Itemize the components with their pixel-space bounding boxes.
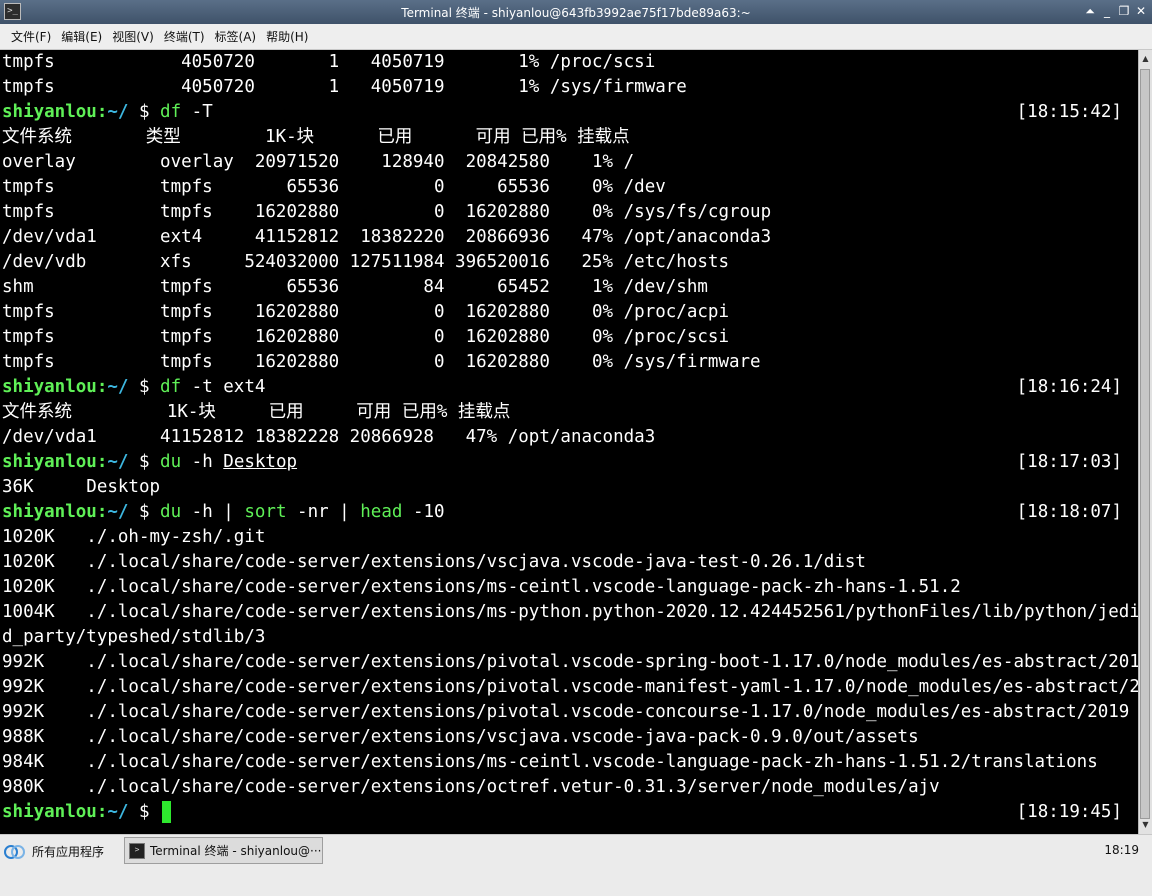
scroll-up-arrow-icon[interactable]: ▲ bbox=[1139, 52, 1152, 66]
command-args: -nr | bbox=[286, 502, 361, 522]
terminal-output[interactable]: tmpfs 4050720 1 4050719 1% /proc/scsi tmp… bbox=[0, 50, 1138, 834]
terminal-output-line: /dev/vdb xfs 524032000 127511984 3965200… bbox=[2, 252, 729, 272]
text-cursor[interactable] bbox=[162, 801, 172, 823]
terminal-output-line: 文件系统 1K-块 已用 可用 已用% 挂载点 bbox=[2, 402, 511, 422]
terminal-output-line: 992K ./.local/share/code-server/extensio… bbox=[2, 702, 1130, 722]
prompt-timestamp: [18:19:45] bbox=[1016, 802, 1122, 822]
prompt-path: ~/ bbox=[107, 502, 129, 522]
shade-icon[interactable]: ⏶ bbox=[1083, 3, 1097, 19]
prompt-user: shiyanlou: bbox=[2, 802, 108, 822]
prompt-path: ~/ bbox=[107, 377, 129, 397]
all-apps-label: 所有应用程序 bbox=[32, 844, 105, 859]
taskbar-terminal-task[interactable]: > Terminal 终端 - shiyanlou@··· bbox=[124, 837, 323, 864]
command-name: du bbox=[160, 502, 182, 522]
terminal-output-line: 984K ./.local/share/code-server/extensio… bbox=[2, 752, 1098, 772]
prompt-timestamp: [18:17:03] bbox=[1016, 452, 1122, 472]
command-name: sort bbox=[244, 502, 287, 522]
terminal-output-line: /dev/vda1 41152812 18382228 20866928 47%… bbox=[2, 427, 656, 447]
prompt-timestamp: [18:15:42] bbox=[1016, 102, 1122, 122]
prompt-symbol: $ bbox=[128, 802, 161, 822]
terminal-output-line: 992K ./.local/share/code-server/extensio… bbox=[2, 677, 1138, 697]
terminal-output-line: 1020K ./.local/share/code-server/extensi… bbox=[2, 552, 866, 572]
terminal-output-line: tmpfs tmpfs 16202880 0 16202880 0% /sys/… bbox=[2, 352, 761, 372]
prompt-symbol: $ bbox=[128, 502, 161, 522]
terminal-prompt-line: shiyanlou:~/ $ du -h Desktop bbox=[2, 450, 297, 475]
terminal-prompt-line: shiyanlou:~/ $ df -t ext4 bbox=[2, 375, 265, 400]
command-name: df bbox=[160, 377, 182, 397]
prompt-user: shiyanlou: bbox=[2, 502, 108, 522]
minimize-icon[interactable]: _ bbox=[1100, 3, 1114, 19]
taskbar-clock: 18:19 bbox=[1104, 843, 1139, 857]
window-titlebar[interactable]: >_ Terminal 终端 - shiyanlou@643fb3992ae75… bbox=[0, 0, 1152, 24]
prompt-path: ~/ bbox=[107, 452, 129, 472]
terminal-output-line: 1020K ./.oh-my-zsh/.git bbox=[2, 527, 266, 547]
command-args: -T bbox=[181, 102, 213, 122]
scrollbar-thumb[interactable] bbox=[1140, 69, 1150, 819]
command-args: -t ext4 bbox=[181, 377, 266, 397]
terminal-output-line: tmpfs 4050720 1 4050719 1% /proc/scsi bbox=[2, 52, 656, 72]
prompt-user: shiyanlou: bbox=[2, 377, 108, 397]
maximize-icon[interactable]: ❐ bbox=[1117, 3, 1131, 19]
command-name: df bbox=[160, 102, 182, 122]
terminal-output-line: d_party/typeshed/stdlib/3 bbox=[2, 627, 266, 647]
app-launcher-logo-icon bbox=[4, 843, 26, 859]
prompt-symbol: $ bbox=[128, 452, 161, 472]
terminal-output-line: 36K Desktop bbox=[2, 477, 161, 497]
terminal-prompt-line: shiyanlou:~/ $ bbox=[2, 800, 172, 825]
prompt-timestamp: [18:18:07] bbox=[1016, 502, 1122, 522]
menu-tabs[interactable]: 标签(A) bbox=[215, 28, 257, 45]
menu-terminal[interactable]: 终端(T) bbox=[164, 28, 205, 45]
command-args: -10 bbox=[402, 502, 445, 522]
terminal-output-line: 988K ./.local/share/code-server/extensio… bbox=[2, 727, 919, 747]
command-args: -h | bbox=[181, 502, 245, 522]
menu-view[interactable]: 视图(V) bbox=[112, 28, 154, 45]
taskbar-task-label: Terminal 终端 - shiyanlou@··· bbox=[150, 844, 322, 858]
terminal-prompt-line: shiyanlou:~/ $ df -T bbox=[2, 100, 213, 125]
prompt-path: ~/ bbox=[107, 102, 129, 122]
menu-edit[interactable]: 编辑(E) bbox=[61, 28, 102, 45]
terminal-prompt-line: shiyanlou:~/ $ du -h | sort -nr | head -… bbox=[2, 500, 445, 525]
terminal-output-line: 980K ./.local/share/code-server/extensio… bbox=[2, 777, 940, 797]
terminal-output-line: shm tmpfs 65536 84 65452 1% /dev/shm bbox=[2, 277, 708, 297]
terminal-output-line: /dev/vda1 ext4 41152812 18382220 2086693… bbox=[2, 227, 772, 247]
prompt-symbol: $ bbox=[128, 102, 161, 122]
window-controls: ⏶ _ ❐ ✕ bbox=[1083, 3, 1148, 19]
prompt-user: shiyanlou: bbox=[2, 452, 108, 472]
prompt-path: ~/ bbox=[107, 802, 129, 822]
window-title: Terminal 终端 - shiyanlou@643fb3992ae75f17… bbox=[401, 6, 751, 20]
terminal-output-line: tmpfs tmpfs 16202880 0 16202880 0% /proc… bbox=[2, 302, 729, 322]
prompt-user: shiyanlou: bbox=[2, 102, 108, 122]
command-name: du bbox=[160, 452, 182, 472]
terminal-output-line: tmpfs tmpfs 16202880 0 16202880 0% /sys/… bbox=[2, 202, 772, 222]
terminal-output-line: 992K ./.local/share/code-server/extensio… bbox=[2, 652, 1138, 672]
terminal-icon: > bbox=[129, 842, 145, 859]
close-icon[interactable]: ✕ bbox=[1134, 3, 1148, 19]
terminal-output-line: 1004K ./.local/share/code-server/extensi… bbox=[2, 602, 1138, 622]
terminal-output-line: tmpfs tmpfs 16202880 0 16202880 0% /proc… bbox=[2, 327, 729, 347]
terminal-output-line: overlay overlay 20971520 128940 20842580… bbox=[2, 152, 635, 172]
all-apps-button[interactable]: 所有应用程序 bbox=[4, 838, 104, 864]
menu-bar: 文件(F) 编辑(E) 视图(V) 终端(T) 标签(A) 帮助(H) bbox=[0, 24, 1152, 50]
taskbar: 所有应用程序 > Terminal 终端 - shiyanlou@··· 18:… bbox=[0, 834, 1152, 896]
prompt-symbol: $ bbox=[128, 377, 161, 397]
terminal-scrollbar[interactable]: ▲ ▼ bbox=[1138, 50, 1152, 834]
terminal-output-line: tmpfs 4050720 1 4050719 1% /sys/firmware bbox=[2, 77, 687, 97]
menu-file[interactable]: 文件(F) bbox=[11, 28, 51, 45]
terminal-output-line: 文件系统 类型 1K-块 已用 可用 已用% 挂载点 bbox=[2, 127, 630, 147]
prompt-timestamp: [18:16:24] bbox=[1016, 377, 1122, 397]
terminal-output-line: 1020K ./.local/share/code-server/extensi… bbox=[2, 577, 961, 597]
command-name: head bbox=[360, 502, 403, 522]
scroll-down-arrow-icon[interactable]: ▼ bbox=[1139, 818, 1152, 832]
menu-help[interactable]: 帮助(H) bbox=[266, 28, 308, 45]
command-args: Desktop bbox=[223, 452, 298, 472]
command-args: -h bbox=[181, 452, 224, 472]
terminal-output-line: tmpfs tmpfs 65536 0 65536 0% /dev bbox=[2, 177, 666, 197]
